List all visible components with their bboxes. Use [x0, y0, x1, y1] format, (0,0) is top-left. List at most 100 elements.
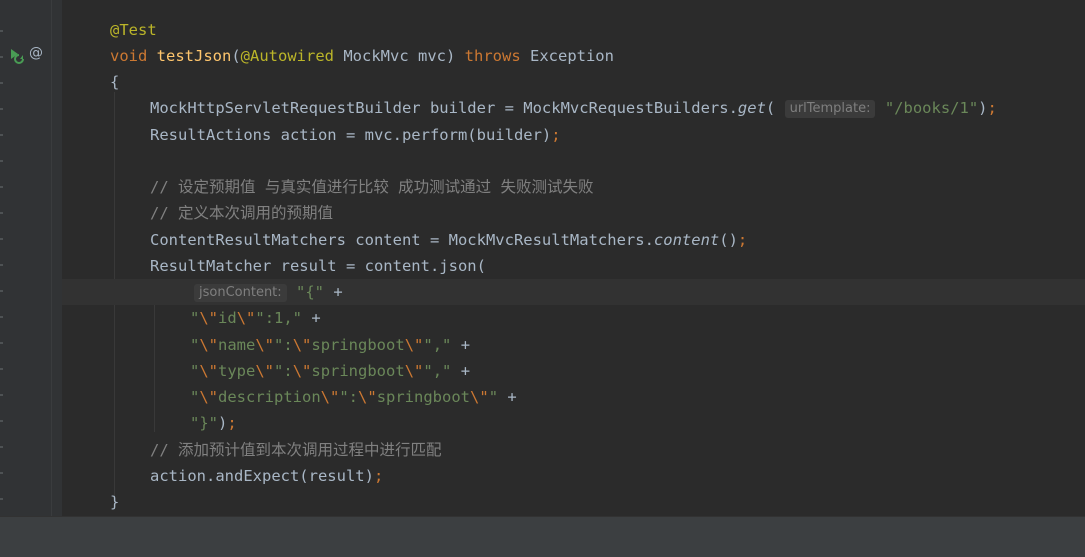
code-line[interactable]: action.andExpect(result);	[62, 463, 1085, 489]
code-line[interactable]: ContentResultMatchers content = MockMvcR…	[62, 227, 1085, 253]
code-token: ResultActions action = mvc.perform(build…	[150, 126, 552, 144]
code-line[interactable]: "\"id\"":1," +	[62, 305, 1085, 331]
bottom-panel	[0, 516, 1085, 557]
code-token: throws	[464, 47, 521, 65]
gutter-tick	[0, 368, 3, 370]
code-line[interactable]: // 设定预期值 与真实值进行比较 成功测试通过 失败测试失败	[62, 174, 1085, 200]
code-token: "	[190, 362, 200, 380]
code-token: +	[324, 283, 343, 301]
code-token: \"	[236, 309, 256, 327]
gutter-tick	[0, 316, 3, 318]
run-test-icon[interactable]	[8, 46, 26, 64]
code-token: type	[218, 362, 256, 380]
code-line[interactable]: void testJson(@Autowired MockMvc mvc) th…	[62, 43, 1085, 69]
code-line[interactable]: "}");	[62, 410, 1085, 436]
code-line[interactable]: "\"description\"":\"springboot\"" +	[62, 384, 1085, 410]
code-token: "	[190, 336, 200, 354]
code-token: +	[451, 362, 471, 380]
code-token: get	[737, 99, 766, 117]
code-line[interactable]: @Test	[62, 17, 1085, 43]
gutter-tick	[0, 290, 3, 292]
gutter-tick	[0, 30, 3, 32]
code-line[interactable]: ResultActions action = mvc.perform(build…	[62, 122, 1085, 148]
code-token: MockMvc mvc)	[334, 47, 465, 65]
gutter-tick	[0, 212, 3, 214]
code-token: "	[190, 388, 200, 406]
code-token: "/books/1"	[884, 99, 979, 117]
code-token: void	[110, 47, 157, 65]
gutter-tick	[0, 82, 3, 84]
code-area[interactable]: @Test void testJson(@Autowired MockMvc mv…	[62, 0, 1085, 516]
code-token: action.andExpect(result)	[150, 467, 374, 485]
code-token: ResultMatcher result = content.json(	[150, 257, 486, 275]
gutter-tick	[0, 186, 3, 188]
code-line[interactable]: }	[62, 489, 1085, 515]
code-editor[interactable]: @ @Test void testJson(@Autowired MockMvc …	[0, 0, 1085, 516]
code-token: "	[488, 388, 499, 406]
code-token: }	[110, 493, 120, 511]
code-token: +	[451, 336, 471, 354]
code-token: \"	[404, 362, 424, 380]
gutter-tick	[0, 160, 3, 162]
code-token: springboot	[376, 388, 471, 406]
code-token: ":	[274, 336, 293, 354]
gutter-tick	[0, 264, 3, 266]
code-token: MockHttpServletRequestBuilder builder = …	[150, 99, 738, 117]
code-line[interactable]: // 定义本次调用的预期值	[62, 200, 1085, 226]
code-token: ":	[274, 362, 293, 380]
code-token: @Test	[110, 21, 157, 39]
parameter-hint: urlTemplate:	[784, 100, 876, 118]
code-token: +	[302, 309, 321, 327]
code-token: "	[190, 309, 200, 327]
code-token: \"	[255, 336, 275, 354]
code-line[interactable]	[62, 148, 1085, 174]
gutter-tick	[0, 342, 3, 344]
code-line[interactable]: ResultMatcher result = content.json(	[62, 253, 1085, 279]
code-token: ","	[423, 336, 452, 354]
code-token: \"	[199, 362, 219, 380]
code-token: description	[218, 388, 321, 406]
code-line[interactable]: {	[62, 69, 1085, 95]
code-token: \"	[292, 336, 312, 354]
code-token: springboot	[311, 336, 405, 354]
autowired-reference-icon[interactable]: @	[29, 45, 43, 61]
gutter-tick	[0, 420, 3, 422]
code-token: // 添加预计值到本次调用过程中进行匹配	[150, 441, 442, 459]
code-token: (	[765, 99, 785, 117]
code-token: testJson	[156, 47, 232, 65]
code-token: +	[498, 388, 517, 406]
code-token: \"	[470, 388, 489, 406]
code-token: Exception	[520, 47, 614, 65]
code-token: "}"	[190, 414, 218, 432]
code-token: // 设定预期值 与真实值进行比较 成功测试通过 失败测试失败	[150, 178, 594, 196]
gutter-tick	[0, 108, 3, 110]
code-token: \"	[404, 336, 424, 354]
parameter-hint: jsonContent:	[194, 284, 287, 302]
gutter-tick	[0, 56, 3, 58]
code-token: ;	[987, 99, 997, 117]
gutter-tick	[0, 238, 3, 240]
code-token: springboot	[311, 362, 405, 380]
code-token: )	[218, 414, 228, 432]
code-line[interactable]: "\"name\"":\"springboot\""," +	[62, 332, 1085, 358]
code-token: name	[218, 336, 256, 354]
code-token: ContentResultMatchers content = MockMvcR…	[150, 231, 654, 249]
code-token: \"	[255, 362, 275, 380]
code-token: \"	[292, 362, 312, 380]
code-token: ()	[719, 231, 738, 249]
code-line[interactable]: "\"type\"":\"springboot\""," +	[62, 358, 1085, 384]
code-line[interactable]: jsonContent: "{" +	[62, 279, 1085, 305]
code-token: \"	[199, 388, 219, 406]
code-token: ","	[423, 362, 452, 380]
code-token: content	[653, 231, 720, 249]
code-line[interactable]: // 添加预计值到本次调用过程中进行匹配	[62, 437, 1085, 463]
code-token: \"	[358, 388, 377, 406]
code-token: ;	[737, 231, 748, 249]
code-token: // 定义本次调用的预期值	[150, 204, 333, 222]
code-token: @Autowired	[240, 47, 334, 65]
code-line[interactable]: MockHttpServletRequestBuilder builder = …	[62, 95, 1085, 121]
code-token: )	[978, 99, 988, 117]
gutter-tick	[0, 394, 3, 396]
